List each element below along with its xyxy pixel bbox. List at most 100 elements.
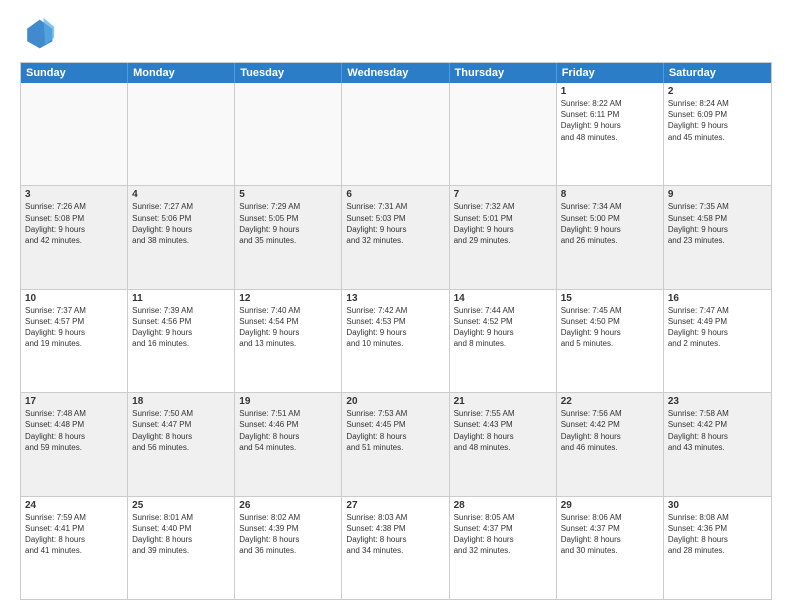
day-number: 6 — [346, 189, 444, 200]
day-info: Sunrise: 7:44 AM Sunset: 4:52 PM Dayligh… — [454, 305, 552, 350]
day-number: 27 — [346, 500, 444, 511]
calendar-cell — [128, 83, 235, 185]
day-info: Sunrise: 7:45 AM Sunset: 4:50 PM Dayligh… — [561, 305, 659, 350]
logo-icon — [20, 16, 56, 52]
calendar-cell: 16Sunrise: 7:47 AM Sunset: 4:49 PM Dayli… — [664, 290, 771, 392]
calendar-cell: 9Sunrise: 7:35 AM Sunset: 4:58 PM Daylig… — [664, 186, 771, 288]
day-number: 5 — [239, 189, 337, 200]
day-info: Sunrise: 7:47 AM Sunset: 4:49 PM Dayligh… — [668, 305, 767, 350]
calendar-cell: 30Sunrise: 8:08 AM Sunset: 4:36 PM Dayli… — [664, 497, 771, 599]
day-info: Sunrise: 7:35 AM Sunset: 4:58 PM Dayligh… — [668, 201, 767, 246]
day-info: Sunrise: 7:27 AM Sunset: 5:06 PM Dayligh… — [132, 201, 230, 246]
day-number: 14 — [454, 293, 552, 304]
day-number: 24 — [25, 500, 123, 511]
day-number: 7 — [454, 189, 552, 200]
calendar-cell: 15Sunrise: 7:45 AM Sunset: 4:50 PM Dayli… — [557, 290, 664, 392]
day-info: Sunrise: 7:34 AM Sunset: 5:00 PM Dayligh… — [561, 201, 659, 246]
day-number: 29 — [561, 500, 659, 511]
day-number: 22 — [561, 396, 659, 407]
page: SundayMondayTuesdayWednesdayThursdayFrid… — [0, 0, 792, 612]
calendar-cell: 18Sunrise: 7:50 AM Sunset: 4:47 PM Dayli… — [128, 393, 235, 495]
day-number: 18 — [132, 396, 230, 407]
day-info: Sunrise: 7:48 AM Sunset: 4:48 PM Dayligh… — [25, 408, 123, 453]
calendar-cell: 10Sunrise: 7:37 AM Sunset: 4:57 PM Dayli… — [21, 290, 128, 392]
day-info: Sunrise: 7:55 AM Sunset: 4:43 PM Dayligh… — [454, 408, 552, 453]
day-info: Sunrise: 8:01 AM Sunset: 4:40 PM Dayligh… — [132, 512, 230, 557]
calendar-cell: 19Sunrise: 7:51 AM Sunset: 4:46 PM Dayli… — [235, 393, 342, 495]
day-number: 26 — [239, 500, 337, 511]
logo — [20, 16, 62, 52]
calendar: SundayMondayTuesdayWednesdayThursdayFrid… — [20, 62, 772, 600]
calendar-cell — [450, 83, 557, 185]
calendar-body: 1Sunrise: 8:22 AM Sunset: 6:11 PM Daylig… — [21, 83, 771, 599]
weekday-header: Monday — [128, 63, 235, 83]
day-number: 11 — [132, 293, 230, 304]
calendar-cell — [235, 83, 342, 185]
calendar-cell: 23Sunrise: 7:58 AM Sunset: 4:42 PM Dayli… — [664, 393, 771, 495]
day-number: 15 — [561, 293, 659, 304]
calendar-cell: 25Sunrise: 8:01 AM Sunset: 4:40 PM Dayli… — [128, 497, 235, 599]
day-number: 8 — [561, 189, 659, 200]
day-number: 23 — [668, 396, 767, 407]
day-number: 21 — [454, 396, 552, 407]
calendar-row: 3Sunrise: 7:26 AM Sunset: 5:08 PM Daylig… — [21, 186, 771, 289]
day-info: Sunrise: 7:59 AM Sunset: 4:41 PM Dayligh… — [25, 512, 123, 557]
calendar-cell: 12Sunrise: 7:40 AM Sunset: 4:54 PM Dayli… — [235, 290, 342, 392]
calendar-cell: 4Sunrise: 7:27 AM Sunset: 5:06 PM Daylig… — [128, 186, 235, 288]
weekday-header: Sunday — [21, 63, 128, 83]
day-number: 17 — [25, 396, 123, 407]
weekday-header: Saturday — [664, 63, 771, 83]
calendar-cell: 1Sunrise: 8:22 AM Sunset: 6:11 PM Daylig… — [557, 83, 664, 185]
calendar-cell: 22Sunrise: 7:56 AM Sunset: 4:42 PM Dayli… — [557, 393, 664, 495]
calendar-cell: 6Sunrise: 7:31 AM Sunset: 5:03 PM Daylig… — [342, 186, 449, 288]
calendar-row: 24Sunrise: 7:59 AM Sunset: 4:41 PM Dayli… — [21, 497, 771, 599]
calendar-cell: 11Sunrise: 7:39 AM Sunset: 4:56 PM Dayli… — [128, 290, 235, 392]
weekday-header: Friday — [557, 63, 664, 83]
calendar-row: 17Sunrise: 7:48 AM Sunset: 4:48 PM Dayli… — [21, 393, 771, 496]
calendar-cell: 20Sunrise: 7:53 AM Sunset: 4:45 PM Dayli… — [342, 393, 449, 495]
day-info: Sunrise: 7:40 AM Sunset: 4:54 PM Dayligh… — [239, 305, 337, 350]
day-info: Sunrise: 7:53 AM Sunset: 4:45 PM Dayligh… — [346, 408, 444, 453]
day-number: 28 — [454, 500, 552, 511]
calendar-cell: 14Sunrise: 7:44 AM Sunset: 4:52 PM Dayli… — [450, 290, 557, 392]
weekday-header: Tuesday — [235, 63, 342, 83]
calendar-cell: 2Sunrise: 8:24 AM Sunset: 6:09 PM Daylig… — [664, 83, 771, 185]
day-info: Sunrise: 7:51 AM Sunset: 4:46 PM Dayligh… — [239, 408, 337, 453]
day-number: 30 — [668, 500, 767, 511]
calendar-cell: 26Sunrise: 8:02 AM Sunset: 4:39 PM Dayli… — [235, 497, 342, 599]
weekday-header: Wednesday — [342, 63, 449, 83]
day-info: Sunrise: 7:50 AM Sunset: 4:47 PM Dayligh… — [132, 408, 230, 453]
day-info: Sunrise: 8:24 AM Sunset: 6:09 PM Dayligh… — [668, 98, 767, 143]
day-number: 1 — [561, 86, 659, 97]
day-number: 3 — [25, 189, 123, 200]
calendar-cell: 24Sunrise: 7:59 AM Sunset: 4:41 PM Dayli… — [21, 497, 128, 599]
calendar-cell: 3Sunrise: 7:26 AM Sunset: 5:08 PM Daylig… — [21, 186, 128, 288]
day-info: Sunrise: 7:32 AM Sunset: 5:01 PM Dayligh… — [454, 201, 552, 246]
day-number: 2 — [668, 86, 767, 97]
calendar-row: 10Sunrise: 7:37 AM Sunset: 4:57 PM Dayli… — [21, 290, 771, 393]
day-info: Sunrise: 8:08 AM Sunset: 4:36 PM Dayligh… — [668, 512, 767, 557]
header — [20, 16, 772, 52]
calendar-cell: 17Sunrise: 7:48 AM Sunset: 4:48 PM Dayli… — [21, 393, 128, 495]
calendar-cell: 28Sunrise: 8:05 AM Sunset: 4:37 PM Dayli… — [450, 497, 557, 599]
day-number: 12 — [239, 293, 337, 304]
day-info: Sunrise: 8:03 AM Sunset: 4:38 PM Dayligh… — [346, 512, 444, 557]
day-info: Sunrise: 8:02 AM Sunset: 4:39 PM Dayligh… — [239, 512, 337, 557]
calendar-cell: 21Sunrise: 7:55 AM Sunset: 4:43 PM Dayli… — [450, 393, 557, 495]
calendar-cell — [21, 83, 128, 185]
calendar-cell: 5Sunrise: 7:29 AM Sunset: 5:05 PM Daylig… — [235, 186, 342, 288]
day-number: 20 — [346, 396, 444, 407]
day-info: Sunrise: 7:56 AM Sunset: 4:42 PM Dayligh… — [561, 408, 659, 453]
day-number: 9 — [668, 189, 767, 200]
day-number: 10 — [25, 293, 123, 304]
day-info: Sunrise: 7:26 AM Sunset: 5:08 PM Dayligh… — [25, 201, 123, 246]
calendar-cell: 8Sunrise: 7:34 AM Sunset: 5:00 PM Daylig… — [557, 186, 664, 288]
calendar-cell: 7Sunrise: 7:32 AM Sunset: 5:01 PM Daylig… — [450, 186, 557, 288]
day-info: Sunrise: 8:22 AM Sunset: 6:11 PM Dayligh… — [561, 98, 659, 143]
day-number: 19 — [239, 396, 337, 407]
day-info: Sunrise: 7:39 AM Sunset: 4:56 PM Dayligh… — [132, 305, 230, 350]
day-info: Sunrise: 7:31 AM Sunset: 5:03 PM Dayligh… — [346, 201, 444, 246]
calendar-cell: 13Sunrise: 7:42 AM Sunset: 4:53 PM Dayli… — [342, 290, 449, 392]
calendar-cell: 29Sunrise: 8:06 AM Sunset: 4:37 PM Dayli… — [557, 497, 664, 599]
day-info: Sunrise: 7:37 AM Sunset: 4:57 PM Dayligh… — [25, 305, 123, 350]
